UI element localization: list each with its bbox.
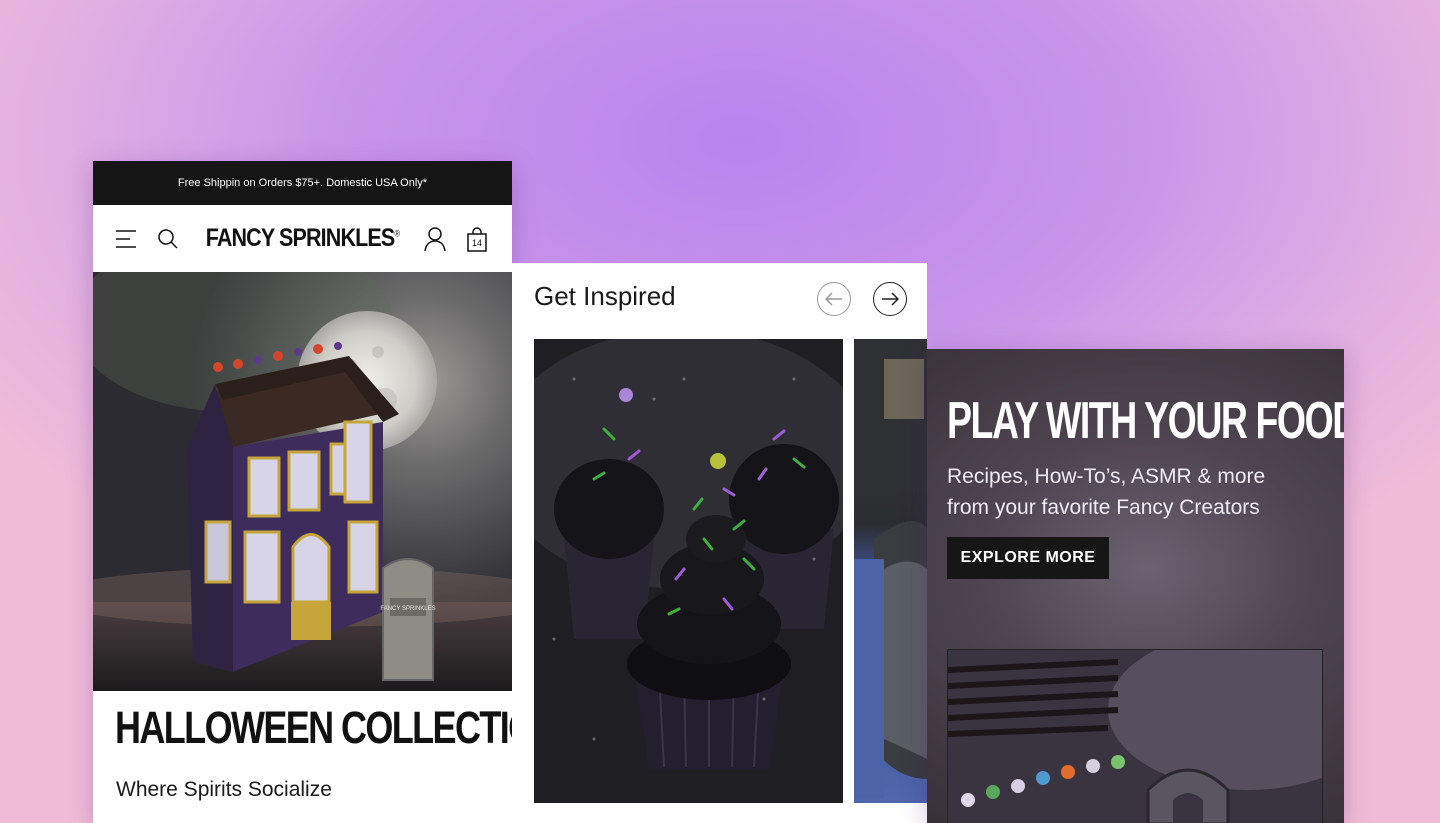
- promo-bar: Free Shippin on Orders $75+. Domestic US…: [93, 161, 512, 205]
- get-inspired-card: Get Inspired: [512, 263, 927, 823]
- tombstone-text: FANCY SPRINKLES: [380, 606, 435, 612]
- cart-icon[interactable]: 14: [464, 226, 490, 252]
- haunted-treat-illustration: [948, 650, 1322, 823]
- carousel-photo-partial[interactable]: [854, 339, 927, 803]
- arrow-right-icon: [881, 292, 899, 306]
- hero-image[interactable]: FANCY SPRINKLES: [93, 272, 512, 691]
- play-subtitle: Recipes, How-To’s, ASMR & more from your…: [947, 465, 1266, 519]
- promo-text: Free Shippin on Orders $75+. Domestic US…: [177, 177, 428, 189]
- cart-count: 14: [471, 238, 482, 248]
- section-title: Get Inspired: [534, 281, 676, 311]
- carousel-next-button[interactable]: [873, 282, 907, 316]
- mobile-shop-card: Free Shippin on Orders $75+. Domestic US…: [93, 161, 512, 823]
- brand-logo-mark: ®: [394, 228, 400, 239]
- cupcake-illustration: [534, 339, 843, 803]
- play-with-your-food-card: PLAY WITH YOUR FOOD Recipes, How-To’s, A…: [927, 349, 1344, 823]
- carousel-prev-button[interactable]: [817, 282, 851, 316]
- collection-title: HALLOWEEN COLLECTION: [115, 702, 512, 753]
- brand-logo-text: FANCY SPRINKLES: [205, 224, 395, 252]
- account-icon[interactable]: [422, 226, 448, 252]
- collection-subtitle: Where Spirits Socialize: [116, 778, 332, 801]
- dessert-illustration: [854, 339, 927, 799]
- haunted-house-illustration: FANCY SPRINKLES: [93, 272, 512, 691]
- carousel-photo-cupcakes[interactable]: [534, 339, 843, 803]
- arrow-left-icon: [825, 292, 843, 306]
- featured-video-thumbnail[interactable]: [947, 649, 1323, 823]
- play-title: PLAY WITH YOUR FOOD: [947, 392, 1344, 450]
- explore-more-button[interactable]: EXPLORE MORE: [947, 537, 1109, 579]
- top-nav: FANCY SPRINKLES® 14: [93, 205, 512, 272]
